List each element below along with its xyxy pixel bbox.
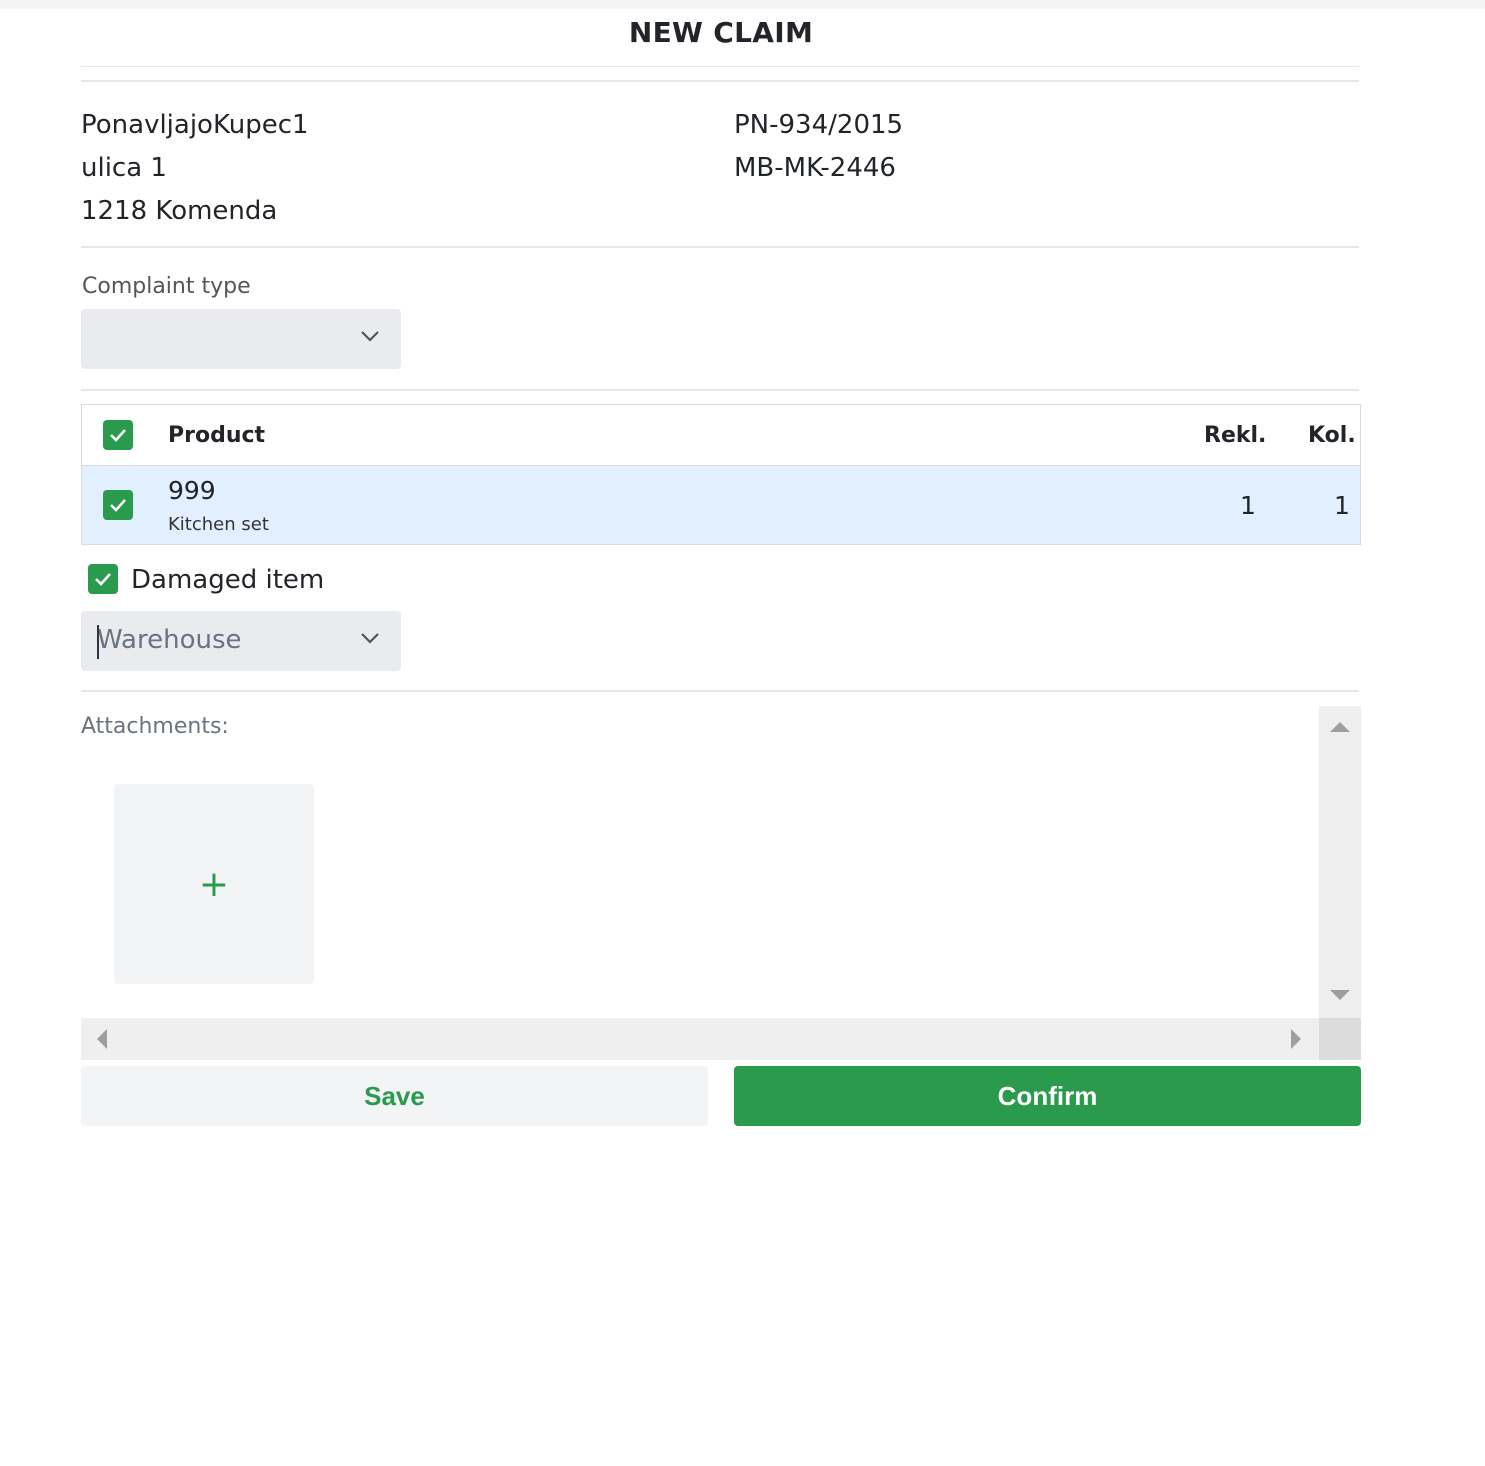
divider [81, 690, 1359, 692]
scroll-left-arrow-icon[interactable] [95, 1029, 109, 1049]
vertical-scrollbar[interactable] [1319, 706, 1361, 1018]
divider [81, 66, 1359, 67]
top-strip [0, 0, 1485, 9]
customer-street: ulica 1 [81, 153, 167, 183]
complaint-type-label: Complaint type [82, 274, 251, 299]
divider [81, 246, 1359, 248]
column-header-rekl: Rekl. [1204, 423, 1267, 448]
column-header-kol: Kol. [1308, 423, 1356, 448]
product-name: Kitchen set [168, 514, 269, 535]
page-title: NEW CLAIM [628, 16, 814, 49]
scroll-up-arrow-icon[interactable] [1330, 720, 1350, 734]
confirm-button[interactable]: Confirm [734, 1066, 1361, 1126]
select-all-checkbox[interactable] [103, 420, 133, 450]
attachments-panel: Attachments: + [81, 706, 1361, 1060]
product-table: Product Rekl. Kol. 999 Kitchen set 1 1 [81, 404, 1361, 545]
plus-icon: + [198, 863, 230, 905]
save-button[interactable]: Save [81, 1066, 708, 1126]
warehouse-select[interactable]: Warehouse [81, 611, 401, 671]
checkmark-icon [95, 573, 111, 586]
horizontal-scrollbar[interactable] [81, 1018, 1319, 1060]
checkmark-icon [110, 499, 126, 512]
scroll-right-arrow-icon[interactable] [1289, 1029, 1303, 1049]
rekl-value: 1 [1240, 491, 1256, 520]
table-row[interactable]: 999 Kitchen set 1 1 [82, 466, 1360, 544]
text-cursor [97, 625, 99, 659]
chevron-down-icon [361, 633, 379, 644]
customer-name: PonavljajoKupec1 [81, 110, 309, 140]
divider [81, 80, 1359, 82]
chevron-down-icon [361, 331, 379, 342]
warehouse-value: Warehouse [97, 625, 242, 655]
scrollbar-corner [1319, 1018, 1361, 1060]
reference-number: MB-MK-2446 [734, 153, 896, 183]
invoice-number: PN-934/2015 [734, 110, 904, 140]
add-attachment-button[interactable]: + [114, 784, 314, 984]
scroll-down-arrow-icon[interactable] [1330, 988, 1350, 1002]
kol-value: 1 [1334, 491, 1350, 520]
complaint-type-select[interactable] [81, 309, 401, 369]
attachments-label: Attachments: [81, 714, 229, 739]
divider [81, 389, 1359, 391]
damaged-item-checkbox[interactable] [88, 564, 118, 594]
row-checkbox[interactable] [103, 490, 133, 520]
damaged-item-label[interactable]: Damaged item [131, 565, 324, 595]
customer-city: 1218 Komenda [81, 196, 278, 226]
checkmark-icon [110, 429, 126, 442]
product-code: 999 [168, 476, 216, 505]
table-header: Product Rekl. Kol. [82, 405, 1360, 466]
column-header-product: Product [168, 423, 266, 448]
